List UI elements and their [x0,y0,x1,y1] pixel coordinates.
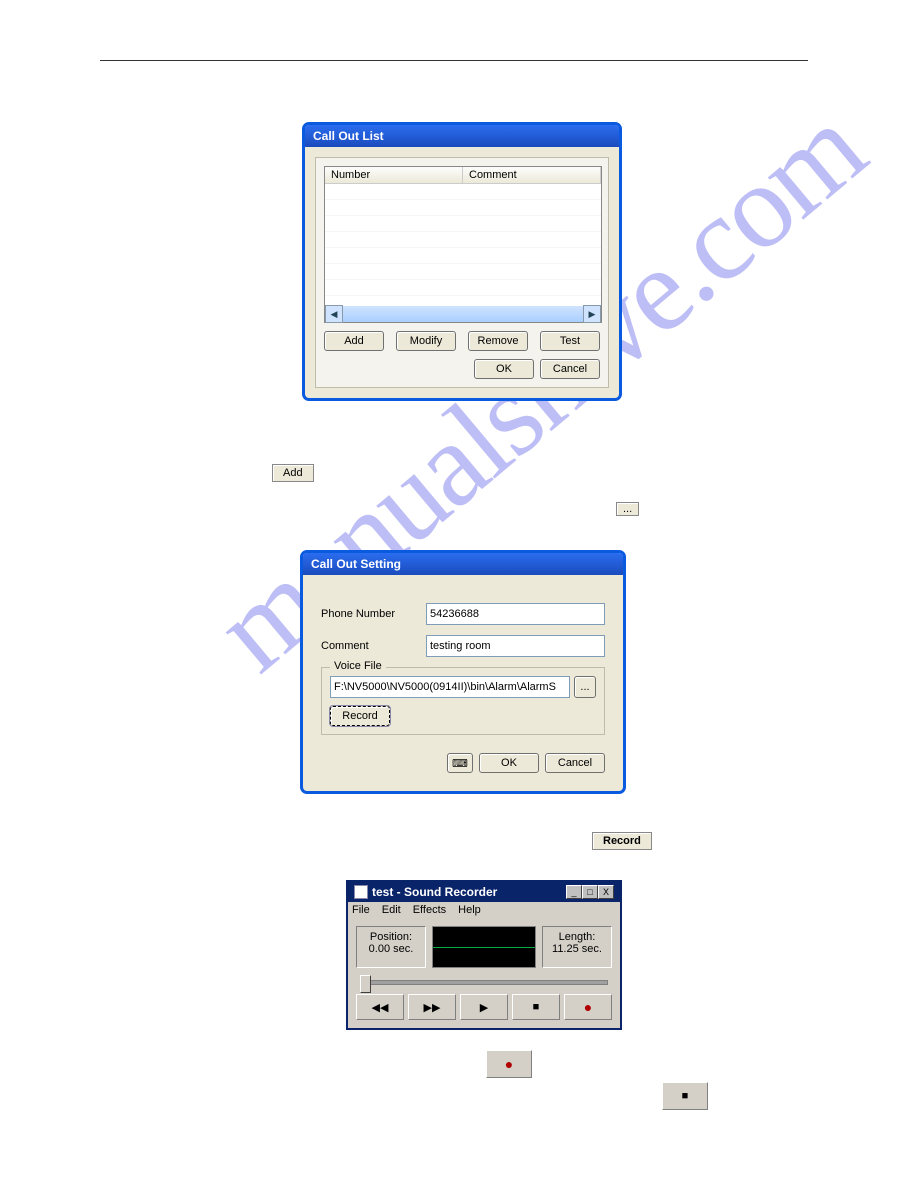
waveform-display [432,926,536,968]
stop-button[interactable]: ■ [512,994,560,1020]
close-button[interactable]: X [598,885,614,899]
cancel-button[interactable]: Cancel [540,359,600,379]
phone-input[interactable] [426,603,605,625]
position-box: Position: 0.00 sec. [356,926,426,968]
record-icon: ● [584,999,592,1015]
call-out-setting-panel: Phone Number Comment Voice File ... Reco… [313,585,613,781]
cancel-button[interactable]: Cancel [545,753,605,773]
inline-record-chip[interactable]: ● [486,1050,532,1078]
browse-button[interactable]: ... [574,676,596,698]
test-button[interactable]: Test [540,331,600,351]
column-comment[interactable]: Comment [463,167,601,183]
app-icon [354,885,368,899]
call-out-list-table[interactable]: Number Comment ◀ ▶ [324,166,602,323]
call-out-list-panel: Number Comment ◀ ▶ Add Modify Remove Tes… [315,157,609,388]
length-box: Length: 11.25 sec. [542,926,612,968]
play-button[interactable]: ▶ [460,994,508,1020]
stop-icon: ■ [682,1090,689,1102]
phone-row: Phone Number [321,603,605,625]
position-label: Position: [363,931,419,943]
transport-controls: ◀◀ ▶▶ ▶ ■ ● [356,994,612,1020]
comment-row: Comment [321,635,605,657]
slider-handle[interactable] [360,975,371,993]
inline-browse-button[interactable]: ... [616,502,639,516]
seek-forward-button[interactable]: ▶▶ [408,994,456,1020]
keyboard-icon: ⌨ [452,758,468,770]
dialog-actions-row: ⌨ OK Cancel [321,753,605,773]
remove-button[interactable]: Remove [468,331,528,351]
scroll-right-icon[interactable]: ▶ [583,305,601,323]
slider-rail [360,980,608,985]
call-out-setting-window: Call Out Setting Phone Number Comment Vo… [300,550,626,794]
modify-button[interactable]: Modify [396,331,456,351]
ok-button[interactable]: OK [474,359,534,379]
position-value: 0.00 sec. [363,943,419,955]
play-icon: ▶ [480,1001,488,1014]
menu-help[interactable]: Help [458,904,481,916]
scroll-track[interactable] [343,306,583,322]
record-icon: ● [505,1056,513,1072]
length-label: Length: [549,931,605,943]
record-button[interactable]: Record [330,706,390,726]
record-button[interactable]: ● [564,994,612,1020]
voice-file-group: Voice File ... Record [321,667,605,735]
keyboard-button[interactable]: ⌨ [447,753,473,773]
table-body[interactable] [325,184,601,306]
window-titlebar: test - Sound Recorder _ □ X [348,882,620,902]
minimize-button[interactable]: _ [566,885,582,899]
comment-input[interactable] [426,635,605,657]
seek-back-icon: ◀◀ [372,1001,389,1014]
window-title: test - Sound Recorder [372,885,497,899]
recorder-body: Position: 0.00 sec. Length: 11.25 sec. ◀… [348,918,620,1028]
menu-effects[interactable]: Effects [413,904,446,916]
column-number[interactable]: Number [325,167,463,183]
sound-recorder-window: test - Sound Recorder _ □ X File Edit Ef… [346,880,622,1030]
window-title: Call Out List [305,125,619,147]
maximize-button[interactable]: □ [582,885,598,899]
window-controls: _ □ X [566,885,614,899]
menu-file[interactable]: File [352,904,370,916]
voice-file-legend: Voice File [330,660,386,672]
scroll-left-icon[interactable]: ◀ [325,305,343,323]
dialog-actions-row: OK Cancel [324,359,600,379]
phone-label: Phone Number [321,608,426,620]
ok-button[interactable]: OK [479,753,539,773]
add-button[interactable]: Add [324,331,384,351]
table-header: Number Comment [325,167,601,184]
menu-bar: File Edit Effects Help [348,902,620,918]
position-slider[interactable] [356,974,612,988]
inline-record-button[interactable]: Record [592,832,652,850]
voice-file-path-input[interactable] [330,676,570,698]
page-divider [100,60,808,61]
window-title: Call Out Setting [303,553,623,575]
horizontal-scrollbar[interactable]: ◀ ▶ [325,306,601,322]
inline-stop-chip[interactable]: ■ [662,1082,708,1110]
stop-icon: ■ [533,1001,540,1013]
call-out-list-window: Call Out List Number Comment ◀ ▶ Add Mod… [302,122,622,401]
menu-edit[interactable]: Edit [382,904,401,916]
list-actions-row: Add Modify Remove Test [324,331,600,351]
inline-add-button[interactable]: Add [272,464,314,482]
seek-forward-icon: ▶▶ [424,1001,441,1014]
length-value: 11.25 sec. [549,943,605,955]
info-row: Position: 0.00 sec. Length: 11.25 sec. [356,926,612,968]
comment-label: Comment [321,640,426,652]
seek-back-button[interactable]: ◀◀ [356,994,404,1020]
